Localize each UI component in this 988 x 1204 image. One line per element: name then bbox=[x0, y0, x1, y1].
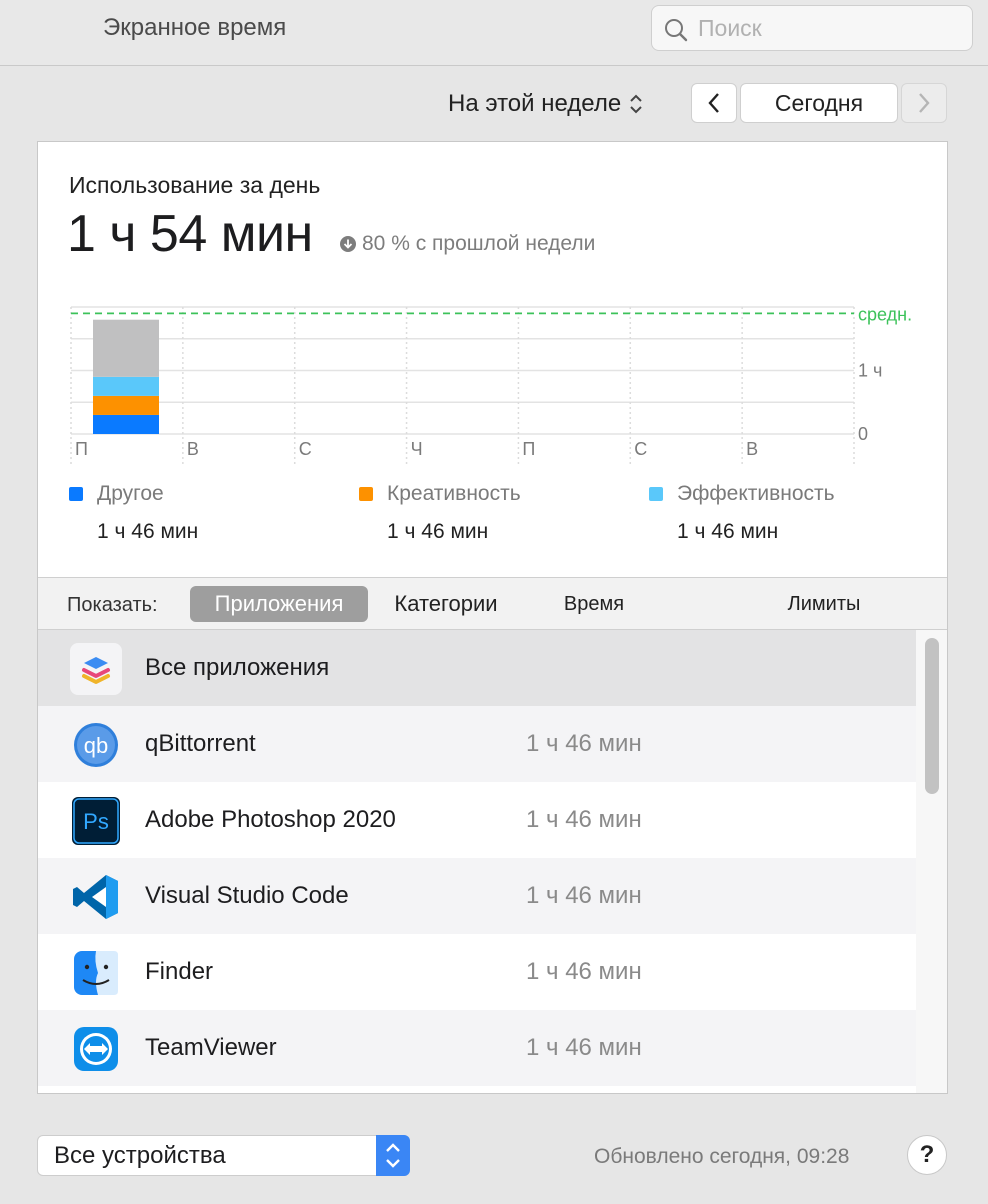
teamviewer-icon bbox=[70, 1023, 122, 1075]
x-tick-label: С bbox=[299, 439, 312, 459]
app-name: Adobe Photoshop 2020 bbox=[145, 806, 396, 833]
app-list: Все приложения qb qBittorrent 1 ч 46 мин… bbox=[38, 630, 916, 1093]
period-selector[interactable]: На этой неделе bbox=[448, 88, 643, 120]
title-bar: Экранное время bbox=[0, 0, 988, 66]
chart-bar-segment bbox=[93, 395, 159, 415]
help-button[interactable]: ? bbox=[907, 1135, 947, 1175]
legend-value: 1 ч 46 мин bbox=[97, 520, 199, 543]
chevron-left-icon bbox=[708, 93, 719, 113]
x-tick-label: П bbox=[75, 439, 88, 459]
usage-delta: 80 % с прошлой недели bbox=[340, 232, 595, 256]
photoshop-icon: Ps bbox=[70, 795, 122, 847]
list-item-qbittorrent[interactable]: qb qBittorrent 1 ч 46 мин bbox=[38, 706, 916, 782]
list-item-all-apps[interactable]: Все приложения bbox=[38, 630, 916, 706]
scroll-thumb[interactable] bbox=[925, 638, 939, 794]
legend-item-creativity: Креативность 1 ч 46 мин bbox=[359, 482, 521, 544]
device-select[interactable]: Все устройства bbox=[37, 1135, 410, 1176]
app-time: 1 ч 46 мин bbox=[526, 882, 642, 909]
legend-swatch bbox=[649, 487, 663, 501]
next-button[interactable] bbox=[901, 83, 947, 123]
search-input[interactable] bbox=[698, 13, 958, 43]
list-item-teamviewer[interactable]: TeamViewer 1 ч 46 мин bbox=[38, 1010, 916, 1086]
device-select-label: Все устройства bbox=[54, 1142, 226, 1169]
app-name: Finder bbox=[145, 958, 214, 985]
show-label: Показать: bbox=[67, 594, 158, 616]
svg-text:qb: qb bbox=[84, 733, 108, 758]
chart-bar-segment bbox=[93, 376, 159, 396]
legend-item-productivity: Эффективность 1 ч 46 мин bbox=[649, 482, 835, 544]
previous-button[interactable] bbox=[691, 83, 737, 123]
tab-limits[interactable]: Лимиты bbox=[764, 586, 884, 622]
y-tick-label: 0 bbox=[858, 424, 868, 444]
app-name: qBittorrent bbox=[145, 730, 256, 757]
updown-chevron-icon bbox=[630, 94, 642, 114]
legend-label: Эффективность bbox=[677, 482, 835, 505]
average-label: средн. bbox=[858, 304, 912, 324]
delta-text: 80 % с прошлой недели bbox=[362, 232, 596, 255]
legend-swatch bbox=[69, 487, 83, 501]
x-tick-label: Ч bbox=[411, 439, 423, 459]
app-time: 1 ч 46 мин bbox=[526, 958, 642, 985]
x-tick-label: С bbox=[634, 439, 647, 459]
tab-categories[interactable]: Категории bbox=[376, 586, 516, 622]
window-title: Экранное время bbox=[103, 14, 287, 41]
search-icon bbox=[665, 19, 688, 42]
period-label: На этой неделе bbox=[448, 90, 622, 117]
app-name: Visual Studio Code bbox=[145, 882, 349, 909]
chart-bar-segment bbox=[93, 319, 159, 377]
usage-chart: П В С Ч П С Всредн. 0 1 ч bbox=[70, 304, 912, 464]
app-name: Все приложения bbox=[145, 654, 330, 681]
legend-item-other: Другое 1 ч 46 мин bbox=[69, 482, 198, 544]
qbittorrent-icon: qb bbox=[70, 719, 122, 771]
select-stepper[interactable] bbox=[376, 1135, 410, 1176]
list-item-vscode[interactable]: Visual Studio Code 1 ч 46 мин bbox=[38, 858, 916, 934]
chart-bar-segment bbox=[93, 414, 159, 434]
usage-title: Использование за день bbox=[69, 172, 321, 198]
finder-icon bbox=[70, 947, 122, 999]
search-field[interactable] bbox=[651, 5, 973, 51]
legend-label: Другое bbox=[97, 482, 164, 505]
today-button[interactable]: Сегодня bbox=[740, 83, 898, 123]
legend-value: 1 ч 46 мин bbox=[677, 520, 779, 543]
chevron-right-icon bbox=[919, 93, 930, 113]
updated-status: Обновлено сегодня, 09:28 bbox=[594, 1145, 850, 1168]
stack-icon bbox=[70, 643, 122, 695]
show-tabs: Показать: Приложения Категории Время Лим… bbox=[38, 577, 947, 630]
svg-text:Ps: Ps bbox=[83, 809, 109, 834]
app-name: TeamViewer bbox=[145, 1034, 277, 1061]
tab-time[interactable]: Время bbox=[538, 586, 650, 622]
y-tick-label: 1 ч bbox=[858, 361, 882, 381]
updown-chevron-icon bbox=[386, 1143, 400, 1168]
down-arrow-circle-icon bbox=[340, 236, 356, 252]
legend-value: 1 ч 46 мин bbox=[387, 520, 489, 543]
x-tick-label: П bbox=[522, 439, 535, 459]
usage-total: 1 ч 54 мин bbox=[67, 205, 313, 263]
list-scrollbar[interactable] bbox=[916, 630, 947, 1093]
list-item-photoshop[interactable]: Ps Adobe Photoshop 2020 1 ч 46 мин bbox=[38, 782, 916, 858]
app-time: 1 ч 46 мин bbox=[526, 1034, 642, 1061]
vscode-icon bbox=[70, 871, 122, 923]
legend-label: Креативность bbox=[387, 482, 521, 505]
x-tick-label: В bbox=[746, 439, 758, 459]
x-tick-label: В bbox=[187, 439, 199, 459]
legend-swatch bbox=[359, 487, 373, 501]
app-time: 1 ч 46 мин bbox=[526, 806, 642, 833]
list-item-finder[interactable]: Finder 1 ч 46 мин bbox=[38, 934, 916, 1010]
app-time: 1 ч 46 мин bbox=[526, 730, 642, 757]
usage-panel: Использование за день 1 ч 54 мин 80 % с … bbox=[37, 141, 948, 1094]
tab-apps[interactable]: Приложения bbox=[190, 586, 368, 622]
